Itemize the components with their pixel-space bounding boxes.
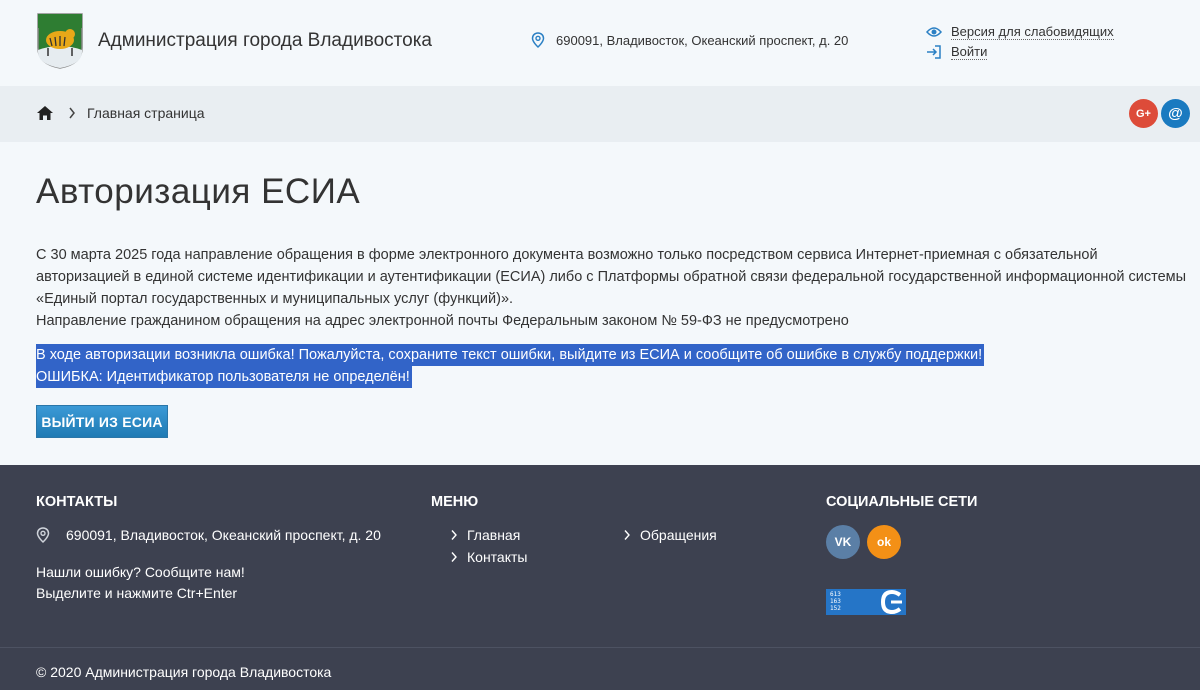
footer-menu-item-main[interactable]: Главная	[450, 527, 520, 543]
counter-value: 613	[830, 591, 841, 598]
login-link-label[interactable]: Войти	[951, 44, 988, 60]
footer-divider	[0, 647, 1200, 648]
footer-menu-heading: МЕНЮ	[431, 494, 479, 510]
site-footer: КОНТАКТЫ МЕНЮ СОЦИАЛЬНЫЕ СЕТИ 690091, Вл…	[0, 465, 1200, 690]
info-paragraph: С 30 марта 2025 года направление обращен…	[36, 244, 1196, 332]
footer-error-note: Нашли ошибку? Сообщите нам! Выделите и н…	[36, 562, 245, 604]
footer-menu-label[interactable]: Главная	[467, 527, 520, 543]
home-icon[interactable]	[36, 105, 54, 121]
login-link[interactable]: Войти	[926, 43, 1114, 61]
location-pin-icon	[36, 527, 50, 543]
eye-icon	[926, 27, 942, 37]
info-line: С 30 марта 2025 года направление обращен…	[36, 247, 1098, 263]
counter-values: 613 163 152	[826, 589, 880, 615]
info-line: авторизацией в единой системе идентифика…	[36, 269, 1187, 285]
footer-address-text: 690091, Владивосток, Океанский проспект,…	[66, 527, 381, 543]
counter-logo-icon	[878, 589, 906, 615]
google-plus-icon[interactable]: G+	[1129, 99, 1158, 128]
login-icon	[927, 45, 941, 59]
page-title: Авторизация ЕСИА	[36, 172, 361, 211]
footer-address: 690091, Владивосток, Океанский проспект,…	[36, 527, 381, 543]
vladivostok-coat-of-arms-icon[interactable]	[36, 12, 84, 69]
site-header: Администрация города Владивостока 690091…	[0, 0, 1200, 86]
info-line: «Единый портал государственных и муницип…	[36, 291, 514, 307]
footer-note-line: Выделите и нажмите Ctr+Enter	[36, 585, 238, 601]
header-address: 690091, Владивосток, Океанский проспект,…	[531, 32, 848, 48]
vk-icon[interactable]: VK	[826, 525, 860, 559]
footer-contacts-heading: КОНТАКТЫ	[36, 494, 118, 510]
footer-menu-item-contacts[interactable]: Контакты	[450, 549, 527, 565]
footer-social-heading: СОЦИАЛЬНЫЕ СЕТИ	[826, 494, 978, 510]
chevron-right-icon	[451, 552, 457, 562]
footer-menu-label[interactable]: Обращения	[640, 527, 717, 543]
chevron-right-icon	[451, 530, 457, 540]
footer-menu-item-appeals[interactable]: Обращения	[623, 527, 717, 543]
low-vision-link[interactable]: Версия для слабовидящих	[926, 23, 1114, 41]
breadcrumb: Главная страница G+ @	[0, 86, 1200, 142]
error-line: ОШИБКА: Идентификатор пользователя не оп…	[36, 366, 412, 388]
header-links: Версия для слабовидящих Войти	[926, 23, 1114, 63]
error-message: В ходе авторизации возникла ошибка! Пожа…	[36, 344, 985, 388]
visitor-counter[interactable]: 613 163 152	[826, 589, 906, 615]
chevron-right-icon	[624, 530, 630, 540]
location-pin-icon	[531, 32, 545, 48]
header-address-text: 690091, Владивосток, Океанский проспект,…	[556, 32, 849, 48]
error-line: В ходе авторизации возникла ошибка! Пожа…	[36, 344, 985, 366]
counter-value: 152	[830, 605, 841, 612]
counter-value: 163	[830, 598, 841, 605]
odnoklassniki-icon[interactable]: ok	[867, 525, 901, 559]
footer-note-line: Нашли ошибку? Сообщите нам!	[36, 564, 245, 580]
breadcrumb-current: Главная страница	[87, 105, 205, 121]
site-title[interactable]: Администрация города Владивостока	[98, 30, 432, 52]
copyright: © 2020 Администрация города Владивостока	[36, 664, 332, 680]
info-line: Направление гражданином обращения на адр…	[36, 313, 849, 329]
email-icon[interactable]: @	[1161, 99, 1190, 128]
low-vision-link-label[interactable]: Версия для слабовидящих	[951, 24, 1114, 40]
exit-esia-button[interactable]: ВЫЙТИ ИЗ ЕСИА	[36, 405, 168, 438]
chevron-right-icon	[69, 107, 75, 119]
footer-menu-label[interactable]: Контакты	[467, 549, 527, 565]
